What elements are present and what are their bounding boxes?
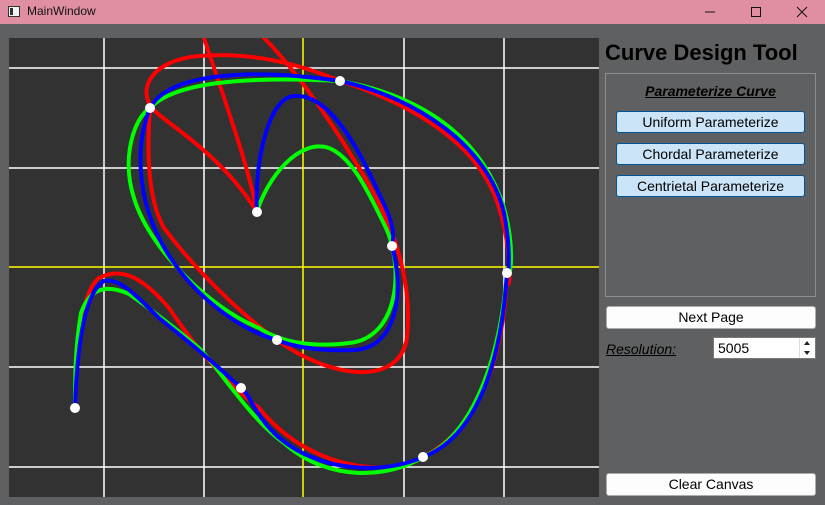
control-point[interactable]	[335, 76, 345, 86]
parameterize-group: Parameterize Curve Uniform Parameterize …	[605, 73, 816, 297]
group-title: Parameterize Curve	[645, 83, 776, 99]
centrietal-parameterize-button[interactable]: Centrietal Parameterize	[616, 175, 805, 197]
spin-arrows	[799, 338, 815, 358]
close-icon	[796, 6, 808, 18]
close-button[interactable]	[779, 0, 825, 24]
canvas-svg	[9, 38, 599, 497]
minimize-button[interactable]	[687, 0, 733, 24]
uniform-curve	[73, 38, 512, 470]
spin-up-arrow-icon[interactable]	[800, 338, 815, 348]
drawing-canvas[interactable]	[9, 38, 599, 497]
window-title: MainWindow	[27, 4, 96, 18]
control-point[interactable]	[236, 383, 246, 393]
maximize-icon	[751, 7, 761, 17]
resolution-value[interactable]: 5005	[718, 340, 749, 356]
app-window-icon	[8, 6, 20, 17]
clear-canvas-button[interactable]: Clear Canvas	[606, 473, 816, 496]
control-point[interactable]	[418, 452, 428, 462]
chordal-parameterize-button[interactable]: Chordal Parameterize	[616, 143, 805, 165]
control-point[interactable]	[272, 335, 282, 345]
control-point[interactable]	[502, 268, 512, 278]
panel-title: Curve Design Tool	[605, 40, 798, 65]
resolution-label: Resolution:	[606, 341, 677, 357]
control-point[interactable]	[252, 207, 262, 217]
control-point[interactable]	[145, 103, 155, 113]
title-bar: MainWindow	[0, 0, 825, 24]
minimize-icon	[705, 11, 715, 13]
resolution-spinbox[interactable]: 5005	[713, 337, 816, 359]
control-point[interactable]	[70, 403, 80, 413]
control-point[interactable]	[387, 241, 397, 251]
maximize-button[interactable]	[733, 0, 779, 24]
uniform-parameterize-button[interactable]: Uniform Parameterize	[616, 111, 805, 133]
next-page-button[interactable]: Next Page	[606, 306, 816, 329]
spin-down-arrow-icon[interactable]	[800, 348, 815, 358]
